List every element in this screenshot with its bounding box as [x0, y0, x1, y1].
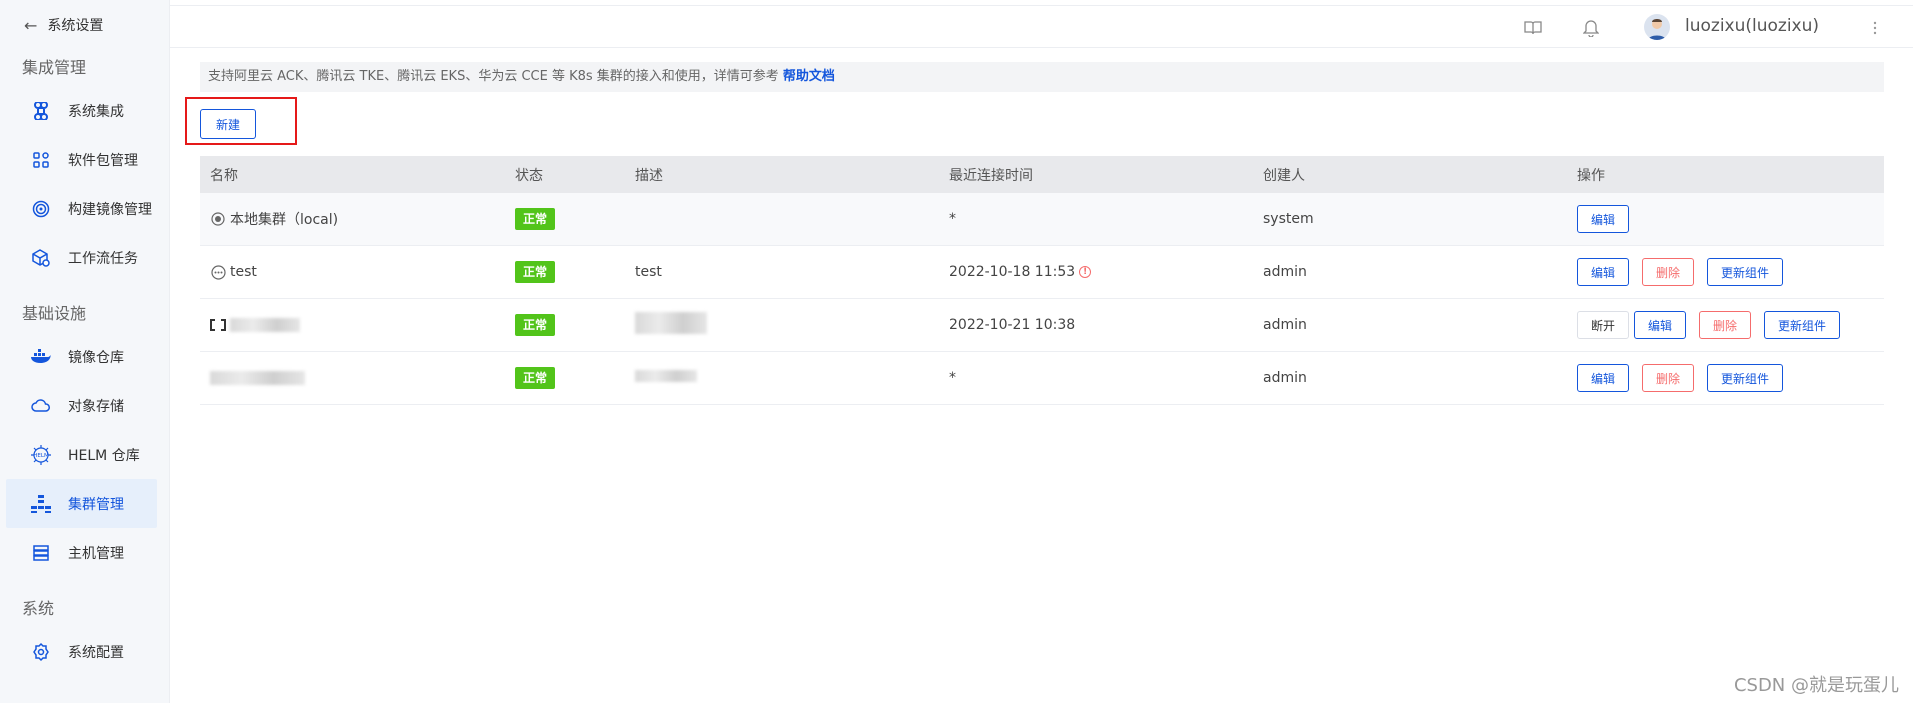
- sidebar: ← 系统设置 集成管理 系统集成 软件包管理 构建镜像管理 工作流任务 基础设施…: [0, 0, 170, 703]
- sidebar-item-image-registry[interactable]: 镜像仓库: [6, 332, 157, 381]
- sidebar-item-system-config[interactable]: 系统配置: [6, 627, 157, 676]
- last-connect-time: *: [949, 211, 956, 227]
- radio-target-icon: [210, 211, 226, 227]
- last-connect-time: *: [949, 370, 956, 386]
- cluster-icon: [30, 493, 52, 515]
- avatar[interactable]: [1644, 14, 1670, 40]
- bell-icon[interactable]: [1580, 17, 1602, 39]
- col-header-creator: 创建人: [1263, 167, 1305, 184]
- status-badge: 正常: [515, 367, 556, 389]
- grid-icon: [30, 149, 52, 171]
- edit-button[interactable]: 编辑: [1577, 258, 1630, 286]
- update-component-button[interactable]: 更新组件: [1764, 311, 1841, 339]
- gear-icon: [30, 641, 52, 663]
- last-connect-time: 2022-10-18 11:53: [949, 264, 1076, 280]
- info-notice: 支持阿里云 ACK、腾讯云 TKE、腾讯云 EKS、华为云 CCE 等 K8s …: [200, 62, 1884, 92]
- helm-icon: HELM: [30, 444, 52, 466]
- sidebar-item-label: 工作流任务: [68, 250, 138, 267]
- group-title-integration: 集成管理: [22, 58, 87, 77]
- disconnect-button[interactable]: 断开: [1577, 311, 1630, 339]
- new-cluster-button[interactable]: 新建: [200, 109, 256, 139]
- sidebar-item-label: 主机管理: [68, 545, 124, 562]
- status-badge: 正常: [515, 314, 556, 336]
- creator: admin: [1263, 264, 1307, 280]
- arrow-left-icon: ←: [24, 15, 38, 35]
- creator: system: [1263, 211, 1314, 227]
- sidebar-item-label: 构建镜像管理: [68, 201, 152, 218]
- last-connect-time: 2022-10-21 10:38: [949, 317, 1076, 333]
- status-badge: 正常: [515, 261, 556, 283]
- bracket-icon: [210, 317, 226, 333]
- redacted-name: [230, 318, 300, 332]
- col-header-actions: 操作: [1577, 167, 1605, 184]
- status-badge: 正常: [515, 208, 556, 230]
- group-title-system: 系统: [22, 599, 55, 618]
- sidebar-item-label: 镜像仓库: [68, 349, 124, 366]
- creator: admin: [1263, 370, 1307, 386]
- more-vertical-icon[interactable]: [1864, 17, 1886, 39]
- creator: admin: [1263, 317, 1307, 333]
- sidebar-item-host[interactable]: 主机管理: [6, 528, 157, 577]
- sidebar-item-package[interactable]: 软件包管理: [6, 135, 157, 184]
- warning-icon[interactable]: !: [1079, 266, 1092, 278]
- edit-button[interactable]: 编辑: [1577, 205, 1630, 233]
- sidebar-item-label: 软件包管理: [68, 152, 138, 169]
- sidebar-item-label: 系统集成: [68, 103, 124, 120]
- sidebar-item-label: HELM 仓库: [68, 447, 140, 464]
- back-label: 系统设置: [47, 18, 104, 34]
- notice-text: 支持阿里云 ACK、腾讯云 TKE、腾讯云 EKS、华为云 CCE 等 K8s …: [208, 69, 779, 84]
- col-header-desc: 描述: [635, 167, 663, 184]
- sidebar-item-cluster[interactable]: 集群管理: [6, 479, 157, 528]
- delete-button[interactable]: 删除: [1699, 311, 1752, 339]
- book-icon[interactable]: [1522, 17, 1544, 39]
- svg-text:HELM: HELM: [33, 453, 49, 459]
- group-title-infrastructure: 基础设施: [22, 304, 87, 323]
- col-header-name: 名称: [210, 167, 238, 184]
- user-name[interactable]: luozixu(luozixu): [1685, 16, 1819, 36]
- cluster-name: test: [230, 264, 257, 280]
- sidebar-item-build-image[interactable]: 构建镜像管理: [6, 184, 157, 233]
- sidebar-item-object-storage[interactable]: 对象存储: [6, 381, 157, 430]
- sidebar-item-system-integration[interactable]: 系统集成: [6, 86, 157, 135]
- command-icon: [30, 100, 52, 122]
- table-header: 名称 状态 描述 最近连接时间 创建人 操作: [200, 156, 1884, 193]
- target-icon: [30, 198, 52, 220]
- update-component-button[interactable]: 更新组件: [1707, 258, 1784, 286]
- redacted-desc: [635, 370, 697, 382]
- table-row: 本地集群（local) 正常 * system 编辑: [200, 193, 1884, 246]
- sidebar-item-workflow[interactable]: 工作流任务: [6, 233, 157, 282]
- sidebar-item-label: 集群管理: [68, 496, 124, 513]
- cloud-icon: [30, 395, 52, 417]
- watermark: CSDN @就是玩蛋儿: [1733, 675, 1899, 696]
- back-to-settings[interactable]: ← 系统设置: [0, 0, 169, 50]
- cluster-desc: test: [635, 264, 662, 280]
- more-circle-icon: [210, 264, 226, 280]
- sidebar-item-label: 对象存储: [68, 398, 124, 415]
- update-component-button[interactable]: 更新组件: [1707, 364, 1784, 392]
- table-row: test 正常 test 2022-10-18 11:53 ! admin 编辑…: [200, 246, 1884, 299]
- sidebar-item-helm[interactable]: HELM HELM 仓库: [6, 430, 157, 479]
- delete-button[interactable]: 删除: [1642, 364, 1695, 392]
- table-row: 正常 * admin 编辑 删除 更新组件: [200, 352, 1884, 405]
- cluster-table: 名称 状态 描述 最近连接时间 创建人 操作 本地集群（local) 正常 * …: [200, 156, 1884, 405]
- sidebar-item-label: 系统配置: [68, 644, 124, 661]
- server-icon: [30, 542, 52, 564]
- col-header-status: 状态: [515, 167, 543, 184]
- help-doc-link[interactable]: 帮助文档: [783, 69, 835, 84]
- cube-gear-icon: [30, 247, 52, 269]
- top-header: luozixu(luozixu): [170, 5, 1913, 48]
- delete-button[interactable]: 删除: [1642, 258, 1695, 286]
- edit-button[interactable]: 编辑: [1577, 364, 1630, 392]
- edit-button[interactable]: 编辑: [1634, 311, 1687, 339]
- table-row: 正常 2022-10-21 10:38 admin 断开 编辑 删除 更新组件: [200, 299, 1884, 352]
- cluster-name: 本地集群（local): [230, 212, 339, 228]
- col-header-last-connect: 最近连接时间: [949, 167, 1033, 184]
- redacted-desc: [635, 312, 707, 334]
- docker-icon: [30, 346, 52, 368]
- redacted-name: [210, 371, 305, 385]
